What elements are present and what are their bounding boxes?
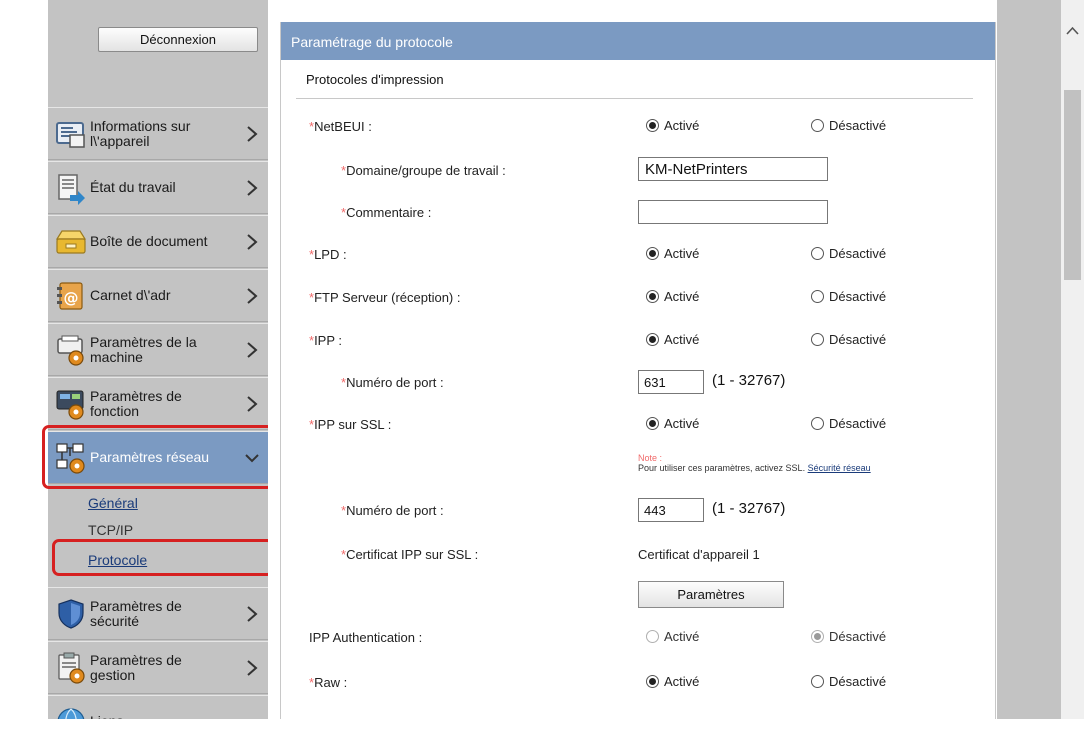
ipp-ssl-cert-label: *Certificat IPP sur SSL : <box>341 547 479 562</box>
ipp-label: *IPP : <box>309 333 343 348</box>
chevron-right-icon <box>247 342 258 358</box>
chevron-right-icon <box>247 396 258 412</box>
security-shield-icon <box>58 598 84 629</box>
ipp-enabled-radio[interactable]: Activé <box>646 332 699 347</box>
chevron-right-icon <box>247 660 258 676</box>
right-margin <box>997 0 1061 729</box>
logout-button[interactable]: Déconnexion <box>98 27 258 52</box>
sidebar-item-security-settings[interactable]: Paramètres de sécurité <box>48 587 268 640</box>
chevron-right-icon <box>247 126 258 142</box>
domain-label: *Domaine/groupe de travail : <box>341 163 506 178</box>
ipp-auth-enabled-radio[interactable]: Activé <box>646 629 699 644</box>
ipp-ssl-cert-value: Certificat d'appareil 1 <box>638 547 760 562</box>
raw-disabled-radio[interactable]: Désactivé <box>811 674 886 689</box>
chevron-right-icon <box>247 180 258 196</box>
raw-enabled-radio[interactable]: Activé <box>646 674 699 689</box>
ipp-ssl-disabled-radio[interactable]: Désactivé <box>811 416 886 431</box>
protocol-settings-panel: Paramétrage du protocole Protocoles d'im… <box>280 22 996 729</box>
subnav-protocol[interactable]: Protocole <box>88 552 147 568</box>
sidebar-item-label: État du travail <box>90 179 176 195</box>
function-settings-icon <box>56 390 84 420</box>
lpd-label: *LPD : <box>309 247 347 262</box>
gutter <box>268 0 280 729</box>
network-security-link[interactable]: Sécurité réseau <box>808 463 871 473</box>
sidebar-top: Déconnexion <box>48 0 268 100</box>
ftp-enabled-radio[interactable]: Activé <box>646 289 699 304</box>
sidebar-item-label: Informations sur l\'appareil <box>90 117 191 149</box>
lpd-enabled-radio[interactable]: Activé <box>646 246 699 261</box>
comment-label: *Commentaire : <box>341 205 432 220</box>
lpd-disabled-radio[interactable]: Désactivé <box>811 246 886 261</box>
domain-input[interactable] <box>638 157 828 181</box>
sidebar-item-label: Paramètres de gestion <box>90 651 182 683</box>
vertical-scrollbar[interactable] <box>1061 0 1084 729</box>
address-book-icon: @ <box>57 281 83 310</box>
ipp-ssl-label: *IPP sur SSL : <box>309 417 392 432</box>
netbeui-label: *NetBEUI : <box>309 119 372 134</box>
chevron-right-icon <box>247 606 258 622</box>
machine-settings-icon <box>57 335 84 366</box>
subnav-tcpip[interactable]: TCP/IP <box>88 522 133 538</box>
sidebar-item-network-settings[interactable]: Paramètres réseau <box>48 431 268 484</box>
scrollbar-thumb[interactable] <box>1064 90 1081 280</box>
chevron-right-icon <box>247 288 258 304</box>
sidebar-item-job-status[interactable]: État du travail <box>48 161 268 214</box>
ipp-port-input[interactable] <box>638 370 704 394</box>
raw-label: *Raw : <box>309 675 348 690</box>
ssl-note: Note : Pour utiliser ces paramètres, act… <box>638 453 871 473</box>
sidebar: Déconnexion Informations sur l\'appareil… <box>48 0 268 729</box>
chevron-down-icon <box>245 454 259 463</box>
section-title: Protocoles d'impression <box>306 72 444 87</box>
device-info-icon <box>56 121 85 148</box>
network-settings-icon <box>56 442 85 474</box>
sidebar-item-device-info[interactable]: Informations sur l\'appareil <box>48 107 268 160</box>
page-title: Paramétrage du protocole <box>281 22 995 60</box>
ipp-authentication-label: IPP Authentication : <box>309 630 423 645</box>
bottom-edge <box>0 719 1084 729</box>
sidebar-item-label: Boîte de document <box>90 233 208 249</box>
ipp-disabled-radio[interactable]: Désactivé <box>811 332 886 347</box>
sidebar-item-label: Paramètres de fonction <box>90 387 182 419</box>
sidebar-item-address-book[interactable]: @ Carnet d\'adr <box>48 269 268 322</box>
ssl-port-input[interactable] <box>638 498 704 522</box>
sidebar-item-label: Carnet d\'adr <box>90 287 171 303</box>
management-settings-icon <box>58 652 85 684</box>
sidebar-item-label: Paramètres de la machine <box>90 333 197 365</box>
subnav-general[interactable]: Général <box>88 495 138 511</box>
ipp-port-range: (1 - 32767) <box>712 372 786 389</box>
ssl-port-label: *Numéro de port : <box>341 503 444 518</box>
sidebar-item-function-settings[interactable]: Paramètres de fonction <box>48 377 268 430</box>
ftp-disabled-radio[interactable]: Désactivé <box>811 289 886 304</box>
ssl-port-range: (1 - 32767) <box>712 500 786 517</box>
sidebar-item-label: Paramètres de sécurité <box>90 597 182 629</box>
comment-input[interactable] <box>638 200 828 224</box>
ftp-server-label: *FTP Serveur (réception) : <box>309 290 461 305</box>
scroll-up-arrow-icon[interactable] <box>1061 22 1084 40</box>
ipp-ssl-enabled-radio[interactable]: Activé <box>646 416 699 431</box>
document-box-icon <box>55 229 87 254</box>
left-margin <box>0 0 48 729</box>
svg-text:@: @ <box>64 289 79 307</box>
sidebar-item-machine-settings[interactable]: Paramètres de la machine <box>48 323 268 376</box>
netbeui-disabled-radio[interactable]: Désactivé <box>811 118 886 133</box>
netbeui-enabled-radio[interactable]: Activé <box>646 118 699 133</box>
parameters-button[interactable]: Paramètres <box>638 581 784 608</box>
ipp-port-label: *Numéro de port : <box>341 375 444 390</box>
ipp-auth-disabled-radio[interactable]: Désactivé <box>811 629 886 644</box>
chevron-right-icon <box>247 234 258 250</box>
sidebar-item-label: Paramètres réseau <box>90 449 210 465</box>
job-status-icon <box>58 173 85 205</box>
sidebar-item-management-settings[interactable]: Paramètres de gestion <box>48 641 268 694</box>
section-divider <box>296 98 973 99</box>
sidebar-item-document-box[interactable]: Boîte de document <box>48 215 268 268</box>
